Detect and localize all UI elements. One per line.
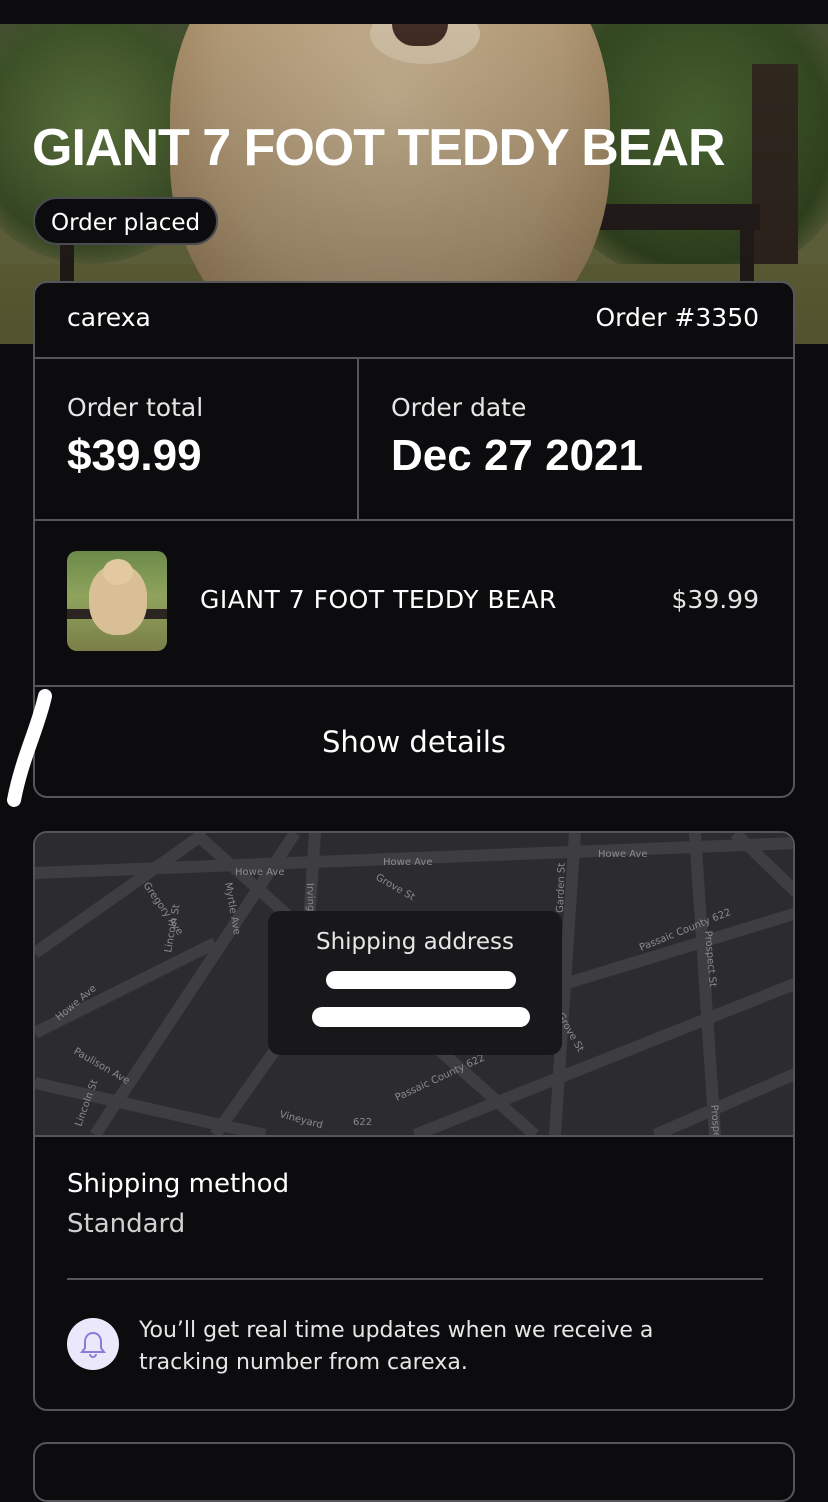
divider [67,1278,763,1280]
street-label: Irving [304,883,316,912]
order-date-value: Dec 27 2021 [391,431,643,480]
street-label: Garden St [555,863,568,914]
order-summary-card: carexa Order #3350 Order total $39.99 Or… [33,281,795,798]
shipping-address-label: Shipping address [315,929,514,955]
shipping-map: Howe Ave Howe Ave Howe Ave Grove St Greg… [35,833,793,1137]
show-details-button[interactable]: Show details [35,685,793,796]
redacted-address-line [312,1007,530,1027]
order-status-badge: Order placed [33,197,219,245]
product-thumbnail [67,551,167,651]
next-card [33,1442,795,1502]
street-label: Paulison Ave [72,1046,132,1087]
order-number: Order #3350 [595,303,759,332]
shipping-method-value: Standard [67,1209,186,1239]
order-total-value: $39.99 [67,431,202,480]
bell-icon [67,1318,119,1370]
store-name: carexa [67,303,151,332]
redacted-address-line [326,971,516,989]
tracking-notice: You’ll get real time updates when we rec… [139,1318,654,1375]
street-label: Howe Ave [598,849,647,860]
street-label: Howe Ave [235,867,284,878]
shipping-method-label: Shipping method [67,1169,290,1199]
line-item-price: $39.99 [671,585,759,614]
street-label: Grove St [374,872,417,903]
order-date-label: Order date [391,393,527,422]
handwritten-mark [7,689,52,807]
street-label: 622 [353,1117,372,1128]
street-label: Howe Ave [383,857,432,868]
order-totals-row: Order total $39.99 Order date Dec 27 202… [35,357,793,521]
shipping-card: Howe Ave Howe Ave Howe Ave Grove St Greg… [33,831,795,1411]
product-title: GIANT 7 FOOT TEDDY BEAR [32,119,726,177]
street-label: Lincoln St [73,1078,100,1128]
order-line-item[interactable]: GIANT 7 FOOT TEDDY BEAR $39.99 [35,519,793,687]
line-item-name: GIANT 7 FOOT TEDDY BEAR [200,585,557,614]
order-header-row: carexa Order #3350 [35,283,793,359]
order-total-label: Order total [67,393,204,422]
shipping-address-box: Shipping address [268,911,562,1055]
street-label: Vineyard [278,1109,324,1131]
column-divider [357,357,359,519]
